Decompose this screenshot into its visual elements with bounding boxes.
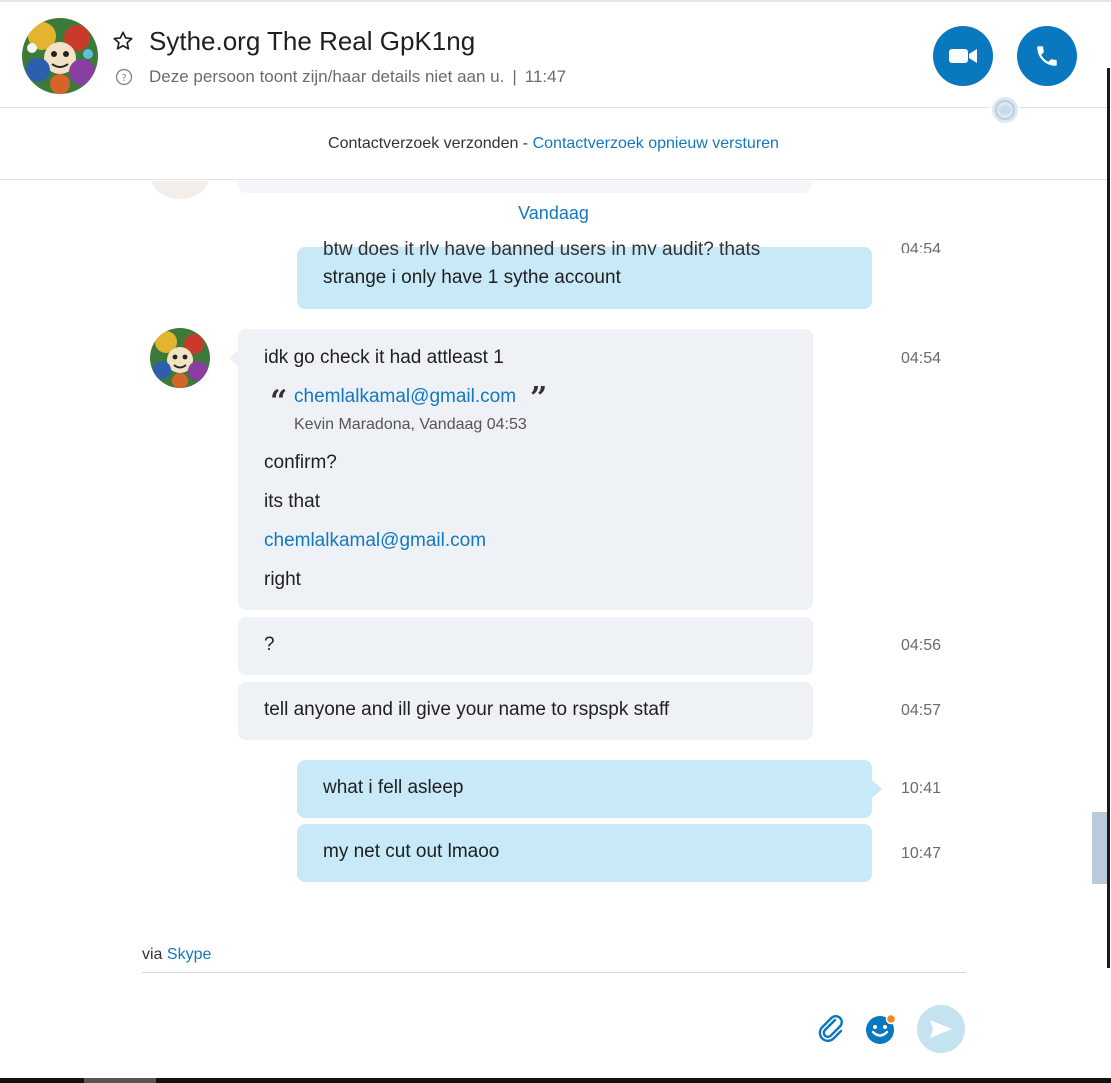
- message-bubble-outgoing[interactable]: my net cut out lmaoo: [297, 824, 872, 882]
- video-call-button[interactable]: [933, 26, 993, 86]
- phone-icon: [1037, 46, 1057, 66]
- via-label: via Skype: [142, 946, 211, 964]
- email-link[interactable]: chemlalkamal@gmail.com: [264, 530, 486, 552]
- message-bubble-outgoing[interactable]: btw does it rly have banned users in my …: [297, 239, 872, 309]
- star-outline-icon[interactable]: [112, 30, 134, 52]
- quote-close-mark: ”: [530, 381, 548, 416]
- previous-message-bubble: [238, 181, 812, 193]
- message-time: 10:41: [901, 780, 942, 797]
- message-bubble-incoming[interactable]: idk go check it had attleast 1 “ chemlal…: [238, 329, 813, 610]
- message-text: what i fell asleep: [323, 777, 464, 798]
- quoted-email-link[interactable]: chemlalkamal@gmail.com: [294, 386, 516, 408]
- contact-status-line: Deze persoon toont zijn/haar details nie…: [149, 67, 566, 87]
- message-time: 04:54: [901, 350, 942, 367]
- via-skype-link[interactable]: Skype: [167, 946, 211, 963]
- status-separator: |: [512, 67, 517, 86]
- message-time: 04:56: [901, 637, 942, 654]
- resend-contact-request-link[interactable]: Contactverzoek opnieuw versturen: [533, 135, 779, 153]
- video-camera-icon: [949, 49, 977, 63]
- bubble-tail: [872, 780, 882, 798]
- message-list[interactable]: btw does it rly have banned users in my …: [0, 181, 1107, 941]
- scrollbar-thumb[interactable]: [1092, 812, 1107, 884]
- composer-divider: [142, 972, 966, 973]
- status-text: Deze persoon toont zijn/haar details nie…: [149, 67, 505, 86]
- previous-avatar: [152, 181, 208, 199]
- message-text: my net cut out lmaoo: [323, 841, 500, 862]
- svg-text:?: ?: [121, 73, 126, 84]
- sender-avatar[interactable]: [150, 328, 210, 388]
- taskbar-segment: [84, 1078, 156, 1083]
- message-text: tell anyone and ill give your name to rs…: [264, 699, 670, 720]
- message-partial-line: btw does it rly have banned users in my …: [323, 239, 761, 255]
- date-separator: Vandaag: [518, 203, 589, 223]
- contact-request-text: Contactverzoek verzonden -: [328, 134, 529, 152]
- message-time: 10:47: [901, 845, 942, 862]
- message-text: ?: [264, 634, 275, 655]
- via-text: via: [142, 946, 167, 963]
- audio-call-button[interactable]: [1017, 26, 1077, 86]
- send-button[interactable]: [917, 1005, 965, 1053]
- conversation-header: Sythe.org The Real GpK1ng ? Deze persoon…: [0, 2, 1107, 125]
- message-bubble-outgoing[interactable]: what i fell asleep: [297, 760, 872, 818]
- question-circle-icon[interactable]: ?: [115, 68, 133, 86]
- message-text: idk go check it had attleast 1: [264, 347, 504, 368]
- message-line: its that: [264, 491, 320, 512]
- message-bubble-incoming[interactable]: ?: [238, 617, 813, 675]
- message-time: 04:57: [901, 702, 942, 719]
- quote-open-mark: “: [270, 384, 288, 419]
- paperclip-icon[interactable]: [815, 1012, 847, 1044]
- message-line: right: [264, 569, 301, 590]
- window-bottom-border: [0, 1078, 1111, 1083]
- contact-name[interactable]: Sythe.org The Real GpK1ng: [149, 26, 475, 57]
- contact-request-banner: Contactverzoek verzonden - Contactverzoe…: [0, 108, 1107, 180]
- last-seen-time: 11:47: [524, 67, 567, 86]
- message-bubble-incoming[interactable]: tell anyone and ill give your name to rs…: [238, 682, 813, 740]
- send-icon: [930, 1020, 952, 1038]
- window-right-border: [1107, 68, 1110, 968]
- quote-meta: Kevin Maradona, Vandaag 04:53: [294, 416, 527, 433]
- contact-avatar[interactable]: [22, 18, 98, 94]
- message-time: 04:54: [901, 241, 942, 253]
- message-line: confirm?: [264, 452, 337, 473]
- smiley-icon[interactable]: [864, 1012, 898, 1046]
- message-text: strange i only have 1 sythe account: [323, 267, 621, 288]
